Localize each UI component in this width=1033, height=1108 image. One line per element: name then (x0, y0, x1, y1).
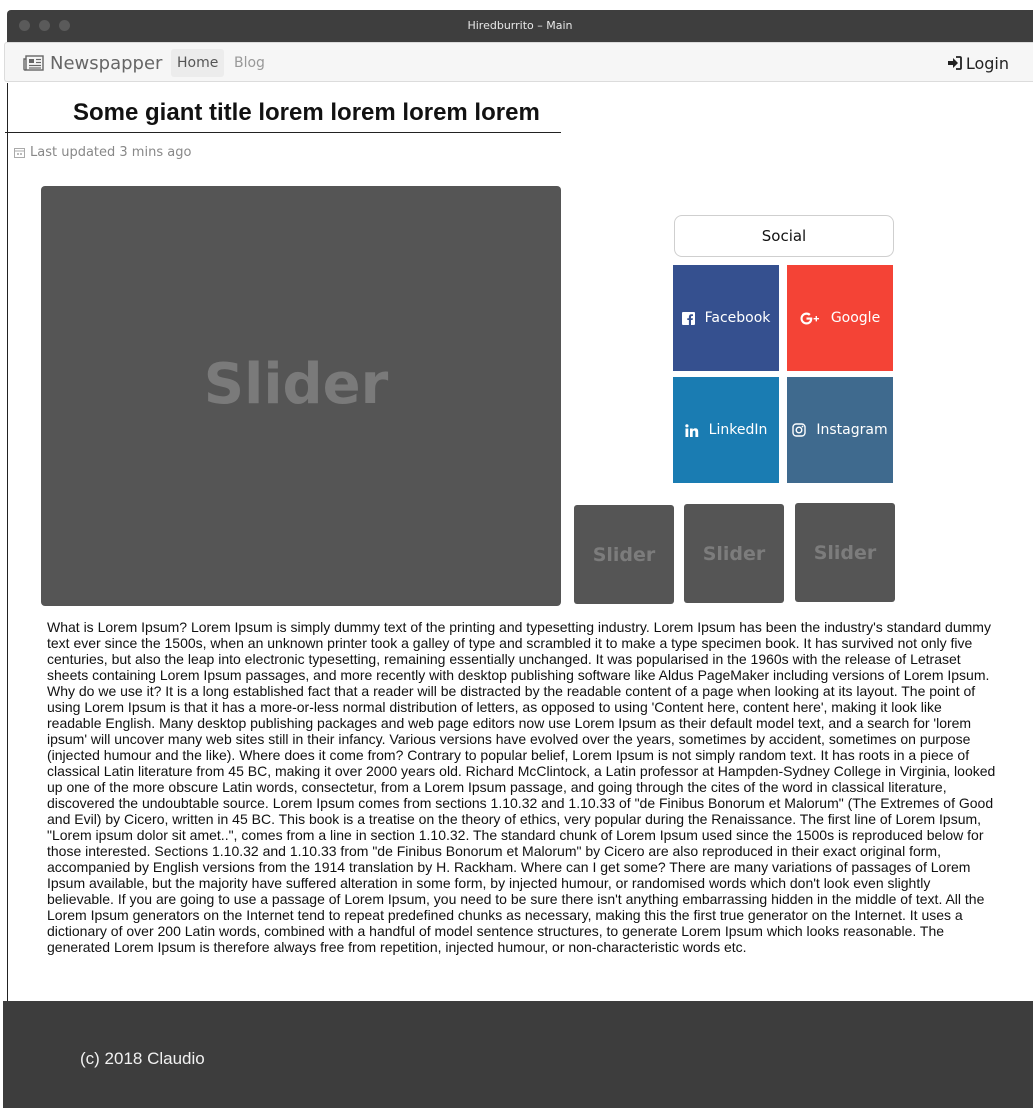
facebook-button[interactable]: Facebook (673, 265, 779, 371)
login-label: Login (965, 53, 1009, 73)
google-label: Google (830, 310, 881, 326)
footer-copyright: (c) 2018 Claudio (80, 1049, 205, 1068)
instagram-label: Instagram (816, 422, 888, 438)
linkedin-label: LinkedIn (708, 422, 768, 438)
navbar: Newspapper Home Blog Login (4, 42, 1033, 82)
article-body: What is Lorem Ipsum? Lorem Ipsum is simp… (47, 619, 996, 955)
main-slider-label: Slider (203, 351, 389, 417)
facebook-label: Facebook (704, 310, 771, 326)
instagram-button[interactable]: Instagram (787, 377, 893, 483)
google-button[interactable]: Google (787, 265, 893, 371)
linkedin-button[interactable]: LinkedIn (673, 377, 779, 483)
thumbnail-label: Slider (813, 541, 877, 564)
title-divider (5, 132, 561, 133)
thumbnail-slider[interactable]: Slider (684, 504, 784, 603)
main-slider[interactable]: Slider (41, 186, 561, 606)
login-link[interactable]: Login (947, 52, 1009, 74)
linkedin-icon (684, 423, 698, 437)
last-updated: Last updated 3 mins ago (14, 145, 191, 160)
sign-in-icon (947, 56, 962, 70)
article-title: Some giant title lorem lorem lorem lorem (73, 99, 540, 126)
content-left-border (7, 83, 8, 1001)
last-updated-text: Last updated 3 mins ago (30, 145, 192, 160)
calendar-icon (14, 148, 25, 158)
nav-home-link[interactable]: Home (171, 49, 225, 77)
thumbnail-label: Slider (702, 542, 766, 565)
thumbnail-slider[interactable]: Slider (574, 505, 674, 604)
google-plus-icon (800, 312, 819, 324)
window-title-bar: Hiredburrito – Main (7, 10, 1033, 42)
nav-blog-link[interactable]: Blog (228, 49, 271, 77)
newspaper-icon (23, 55, 44, 71)
brand-name: Newspapper (50, 52, 163, 74)
thumbnail-label: Slider (592, 543, 656, 566)
social-heading: Social (674, 215, 894, 257)
thumbnail-slider[interactable]: Slider (795, 503, 895, 602)
footer: (c) 2018 Claudio (3, 1001, 1033, 1108)
instagram-icon (792, 423, 807, 437)
brand-link[interactable]: Newspapper (23, 52, 162, 74)
facebook-icon (681, 311, 695, 325)
window-title: Hiredburrito – Main (467, 19, 573, 32)
